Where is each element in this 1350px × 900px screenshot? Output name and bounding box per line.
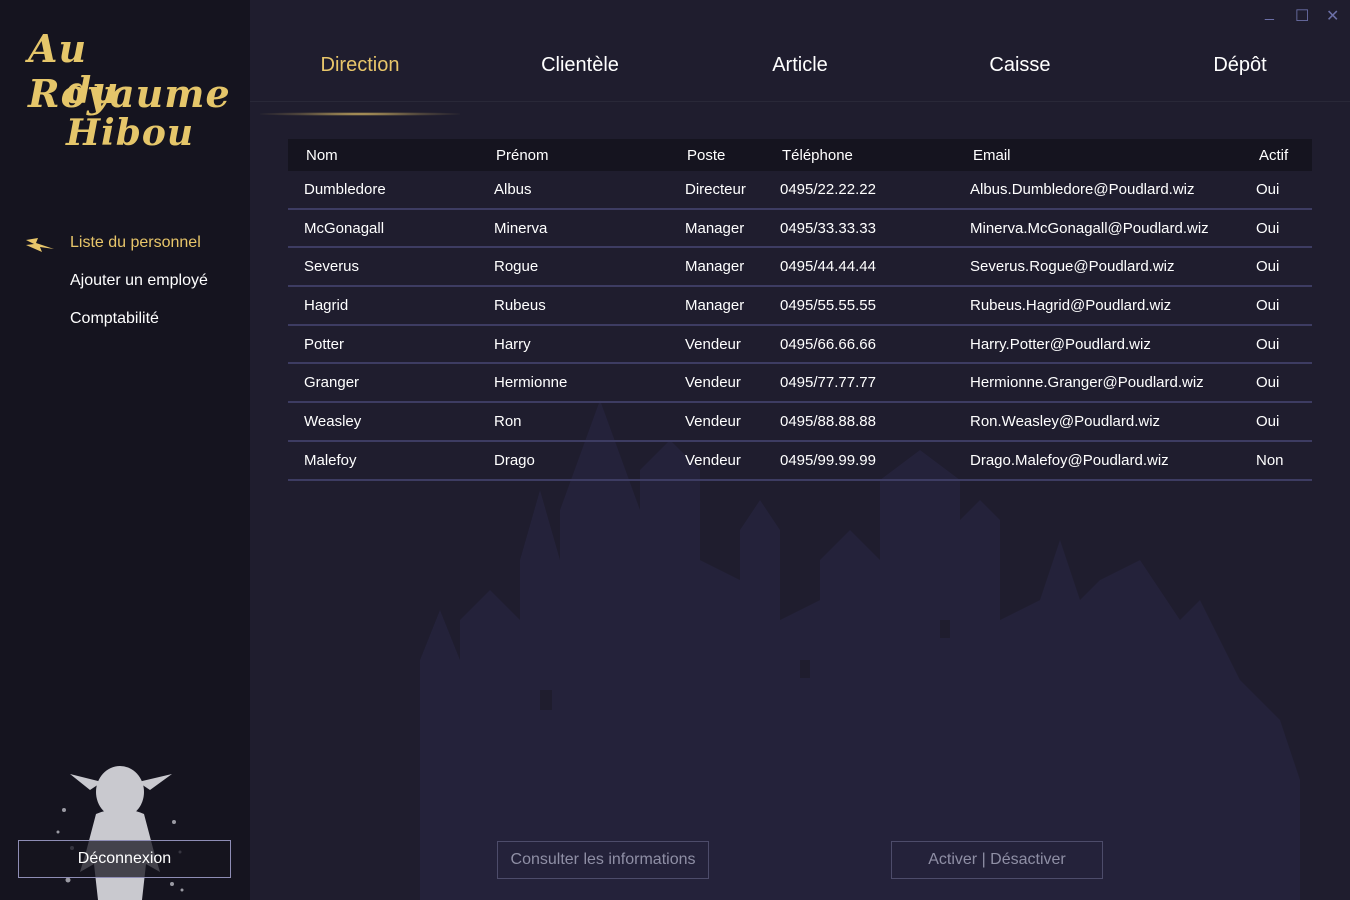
cell-actif: Oui xyxy=(1256,374,1280,392)
tab-bar: Direction Clientèle Article Caisse Dépôt xyxy=(250,40,1350,116)
sidebar: Au Royaume du Hibou Liste du personnel A… xyxy=(0,0,250,900)
cell-prenom: Ron xyxy=(494,413,522,431)
cell-actif: Oui xyxy=(1256,219,1280,237)
cell-prenom: Drago xyxy=(494,451,535,469)
cell-email: Albus.Dumbledore@Poudlard.wiz xyxy=(970,181,1195,198)
cell-nom: Potter xyxy=(304,335,345,353)
tab-label: Caisse xyxy=(989,54,1051,76)
active-tab-indicator xyxy=(260,112,460,116)
cell-actif: Non xyxy=(1256,451,1284,469)
column-header-telephone[interactable]: Téléphone xyxy=(782,147,853,164)
cell-telephone: 0495/77.77.77 xyxy=(780,374,876,392)
cell-poste: Manager xyxy=(685,219,745,237)
cell-prenom: Rubeus xyxy=(494,297,546,315)
cell-prenom: Rogue xyxy=(494,258,539,276)
sidebar-item-label: Liste du personnel xyxy=(70,234,201,251)
column-header-actif[interactable]: Actif xyxy=(1259,147,1288,164)
close-icon[interactable]: ✕ xyxy=(1326,6,1339,26)
table-row[interactable]: Hagrid Rubeus Manager 0495/55.55.55 Rubeus.H… xyxy=(288,287,1312,326)
column-header-email[interactable]: Email xyxy=(973,147,1011,164)
sidebar-item-comptabilite[interactable]: Comptabilité xyxy=(0,306,250,344)
app-logo: Au Royaume du Hibou xyxy=(22,26,230,154)
cell-email: Severus.Rogue@Poudlard.wiz xyxy=(970,258,1175,276)
cell-nom: McGonagall xyxy=(304,219,385,237)
tab-label: Clientèle xyxy=(541,54,619,76)
cell-actif: Oui xyxy=(1256,258,1280,276)
cell-prenom: Harry xyxy=(494,335,531,353)
tab-article[interactable]: Article xyxy=(690,54,910,77)
tab-label: Dépôt xyxy=(1213,54,1267,76)
cell-telephone: 0495/44.44.44 xyxy=(780,258,876,276)
tab-direction[interactable]: Direction xyxy=(250,54,470,116)
cell-actif: Oui xyxy=(1256,181,1280,198)
cell-prenom: Albus xyxy=(494,181,532,198)
sidebar-item-label: Ajouter un employé xyxy=(70,272,208,289)
table-row[interactable]: Granger Hermionne Vendeur 0495/77.77.77 Herm… xyxy=(288,364,1312,404)
column-header-prenom[interactable]: Prénom xyxy=(496,147,549,164)
tab-clientele[interactable]: Clientèle xyxy=(470,54,690,77)
lightning-bolt-icon xyxy=(26,238,54,252)
tab-caisse[interactable]: Caisse xyxy=(910,54,1130,77)
cell-email: Rubeus.Hagrid@Poudlard.wiz xyxy=(970,297,1172,315)
cell-poste: Vendeur xyxy=(685,335,741,353)
logo-line-2: du Hibou xyxy=(66,70,195,154)
cell-poste: Manager xyxy=(685,258,745,276)
cell-email: Ron.Weasley@Poudlard.wiz xyxy=(970,413,1161,431)
maximize-icon[interactable]: ☐ xyxy=(1295,6,1309,26)
cell-email: Drago.Malefoy@Poudlard.wiz xyxy=(970,451,1169,469)
table-header-row: Nom Prénom Poste Téléphone Email Actif xyxy=(288,139,1312,171)
table-row[interactable]: Potter Harry Vendeur 0495/66.66.66 Harry.Pot… xyxy=(288,326,1312,365)
staff-table: Nom Prénom Poste Téléphone Email Actif D… xyxy=(288,139,1312,481)
cell-poste: Vendeur xyxy=(685,413,741,431)
minimize-icon[interactable]: _ xyxy=(1265,4,1274,22)
cell-telephone: 0495/88.88.88 xyxy=(780,413,876,431)
table-row[interactable]: Dumbledore Albus Directeur 0495/22.22.22 Alb… xyxy=(288,171,1312,210)
cell-telephone: 0495/55.55.55 xyxy=(780,297,876,315)
sidebar-menu: Liste du personnel Ajouter un employé Co… xyxy=(0,230,250,344)
cell-poste: Directeur xyxy=(685,181,746,198)
cell-email: Hermionne.Granger@Poudlard.wiz xyxy=(970,374,1204,392)
cell-email: Harry.Potter@Poudlard.wiz xyxy=(970,335,1151,353)
cell-actif: Oui xyxy=(1256,297,1280,315)
cell-nom: Severus xyxy=(304,258,360,276)
tab-depot[interactable]: Dépôt xyxy=(1130,54,1350,77)
app-window: Au Royaume du Hibou Liste du personnel A… xyxy=(0,0,1350,900)
table-body: Dumbledore Albus Directeur 0495/22.22.22 Alb… xyxy=(288,171,1312,481)
cell-telephone: 0495/99.99.99 xyxy=(780,451,876,469)
column-header-poste[interactable]: Poste xyxy=(687,147,725,164)
cell-nom: Weasley xyxy=(304,413,362,431)
cell-telephone: 0495/22.22.22 xyxy=(780,181,876,198)
cell-poste: Manager xyxy=(685,297,745,315)
cell-nom: Dumbledore xyxy=(304,181,386,198)
column-header-nom[interactable]: Nom xyxy=(306,147,338,164)
sidebar-item-liste-du-personnel[interactable]: Liste du personnel xyxy=(0,230,250,268)
cell-nom: Granger xyxy=(304,374,360,392)
cell-actif: Oui xyxy=(1256,413,1280,431)
cell-nom: Hagrid xyxy=(304,297,349,315)
sidebar-item-ajouter-un-employe[interactable]: Ajouter un employé xyxy=(0,268,250,306)
cell-poste: Vendeur xyxy=(685,451,741,469)
tab-label: Direction xyxy=(320,54,400,76)
cell-poste: Vendeur xyxy=(685,374,741,392)
cell-nom: Malefoy xyxy=(304,451,357,469)
cell-telephone: 0495/33.33.33 xyxy=(780,219,876,237)
cell-prenom: Hermionne xyxy=(494,374,568,392)
cell-prenom: Minerva xyxy=(494,219,548,237)
table-row[interactable]: Malefoy Drago Vendeur 0495/99.99.99 Drago.Ma… xyxy=(288,442,1312,481)
consult-info-button[interactable]: Consulter les informations xyxy=(497,841,709,879)
cell-telephone: 0495/66.66.66 xyxy=(780,335,876,353)
table-row[interactable]: Severus Rogue Manager 0495/44.44.44 Severus.… xyxy=(288,248,1312,288)
sidebar-item-label: Comptabilité xyxy=(70,310,159,327)
table-row[interactable]: McGonagall Minerva Manager 0495/33.33.33 Min… xyxy=(288,210,1312,249)
table-row[interactable]: Weasley Ron Vendeur 0495/88.88.88 Ron.Weasle… xyxy=(288,403,1312,442)
activate-deactivate-button[interactable]: Activer | Désactiver xyxy=(891,841,1103,879)
logout-button[interactable]: Déconnexion xyxy=(18,840,231,878)
cell-actif: Oui xyxy=(1256,335,1280,353)
cell-email: Minerva.McGonagall@Poudlard.wiz xyxy=(970,219,1209,237)
tab-label: Article xyxy=(772,54,828,76)
